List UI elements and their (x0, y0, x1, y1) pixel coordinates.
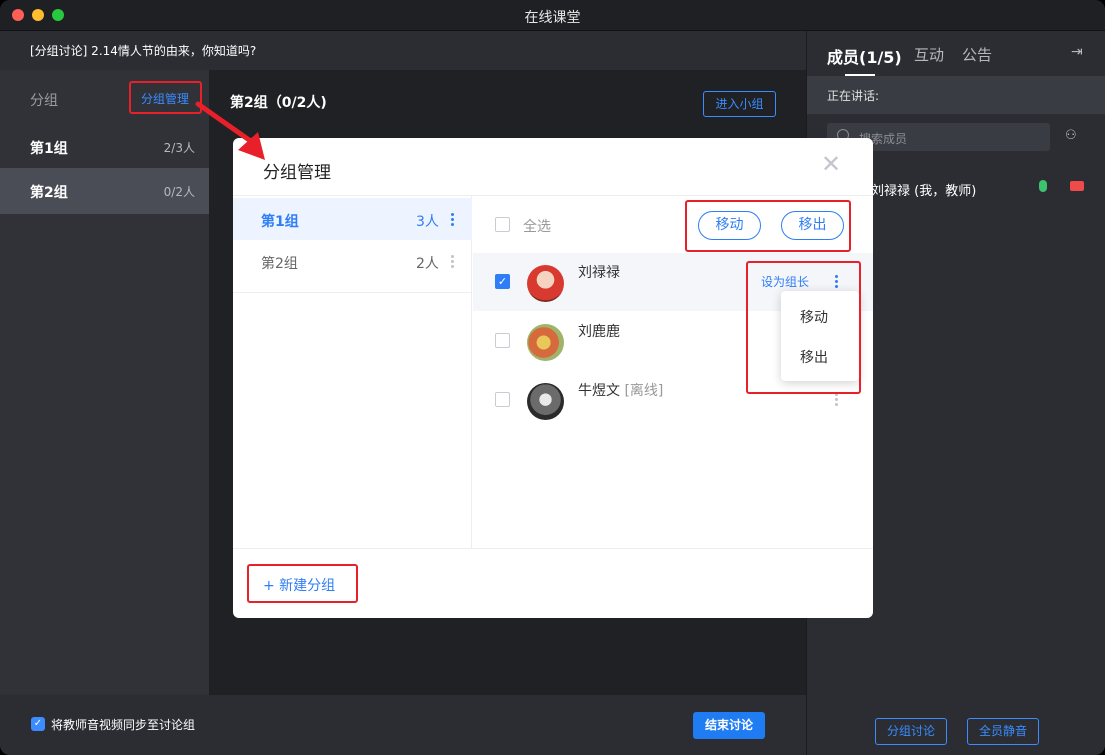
group-list-panel: 分组 分组管理 第1组 2/3人 第2组 0/2人 (0, 70, 209, 695)
discussion-topic-bar: [分组讨论] 2.14情人节的由来，你知道吗? (0, 31, 806, 70)
camera-off-icon[interactable] (1070, 181, 1084, 191)
group-item-count: 2/3人 (163, 141, 195, 155)
menu-item-move[interactable]: 移动 (800, 307, 828, 327)
group-item-name: 第1组 (30, 141, 68, 157)
member-name-with-status: 牛煜文 [离线] (578, 380, 663, 400)
dialog-group-name: 第2组 (261, 256, 298, 272)
menu-item-remove[interactable]: 移出 (800, 347, 828, 367)
tab-announcement[interactable]: 公告 (962, 44, 992, 65)
avatar (527, 383, 564, 420)
dialog-group-count: 3人 (416, 214, 439, 230)
window-title: 在线课堂 (524, 10, 581, 26)
sync-av-checkbox[interactable]: ✓ (31, 717, 45, 731)
member-name: 牛煜文 (578, 383, 620, 399)
select-all-label: 全选 (523, 219, 551, 235)
dialog-footer: + 新建分组 (233, 548, 873, 618)
sync-av-label: 将教师音视频同步至讨论组 (51, 718, 196, 732)
current-group-title: 第2组（0/2人) (230, 95, 327, 111)
dialog-group-item-2[interactable]: 第2组 2人 (233, 240, 472, 282)
move-button[interactable]: 移动 (698, 211, 761, 240)
member-checkbox[interactable]: ✓ (495, 274, 510, 289)
group-manage-button[interactable]: 分组管理 (141, 90, 189, 107)
group-discussion-button[interactable]: 分组讨论 (875, 718, 947, 745)
more-icon[interactable] (451, 255, 454, 270)
group-item-1[interactable]: 第1组 2/3人 (0, 124, 209, 170)
member-checkbox[interactable] (495, 333, 510, 348)
mute-all-button[interactable]: 全员静音 (967, 718, 1039, 745)
end-discussion-button[interactable]: 结束讨论 (693, 712, 765, 739)
tab-interaction[interactable]: 互动 (914, 44, 944, 65)
member-name: 刘禄禄 (578, 265, 620, 281)
collapse-sidebar-icon[interactable]: ⇥ (1071, 44, 1087, 60)
member-checkbox[interactable] (495, 392, 510, 407)
group-item-count: 0/2人 (163, 185, 195, 199)
speaking-label: 正在讲话: (827, 89, 880, 103)
set-leader-link[interactable]: 设为组长 (761, 273, 809, 290)
more-icon[interactable] (451, 213, 454, 228)
avatar (527, 265, 564, 302)
microphone-icon[interactable] (1039, 180, 1047, 192)
new-group-button[interactable]: + 新建分组 (263, 575, 335, 595)
member-name: 刘禄禄 (我，教师) (871, 184, 977, 199)
dialog-group-item-1[interactable]: 第1组 3人 (233, 198, 472, 240)
avatar (527, 324, 564, 361)
select-all-checkbox[interactable] (495, 217, 510, 232)
dialog-title: 分组管理 (263, 163, 331, 183)
discussion-topic: [分组讨论] 2.14情人节的由来，你知道吗? (30, 44, 257, 58)
app-window: 在线课堂 [分组讨论] 2.14情人节的由来，你知道吗? 分组 分组管理 第1组… (0, 0, 1105, 755)
enter-group-button[interactable]: 进入小组 (703, 91, 776, 117)
tab-members[interactable]: 成员(1/5) (827, 44, 902, 68)
member-filter-icon[interactable]: ⚇ (1065, 128, 1077, 143)
member-name: 刘鹿鹿 (578, 324, 620, 340)
title-bar: 在线课堂 (0, 0, 1105, 31)
member-status: [离线] (624, 383, 664, 399)
more-icon[interactable] (835, 275, 838, 290)
close-icon[interactable]: ✕ (821, 152, 841, 176)
member-context-menu: 移动 移出 (781, 291, 859, 381)
bottom-bar: ✓ 将教师音视频同步至讨论组 结束讨论 (0, 695, 806, 755)
dialog-group-name: 第1组 (261, 214, 299, 230)
speaking-bar: 正在讲话: (807, 76, 1105, 114)
more-icon[interactable] (835, 393, 838, 408)
group-item-name: 第2组 (30, 185, 68, 201)
group-list-divider (233, 292, 472, 293)
dialog-group-list: 第1组 3人 第2组 2人 (233, 196, 472, 548)
group-manage-dialog: 分组管理 ✕ 第1组 3人 第2组 2人 全选 移动 移出 ✓ 刘禄禄 设为组长… (233, 138, 873, 618)
remove-button[interactable]: 移出 (781, 211, 844, 240)
dialog-group-count: 2人 (416, 256, 439, 272)
group-list-header: 分组 (30, 93, 58, 109)
group-item-2[interactable]: 第2组 0/2人 (0, 168, 209, 214)
sidebar-tabs: 成员(1/5) 互动 公告 ⇥ (807, 31, 1105, 76)
